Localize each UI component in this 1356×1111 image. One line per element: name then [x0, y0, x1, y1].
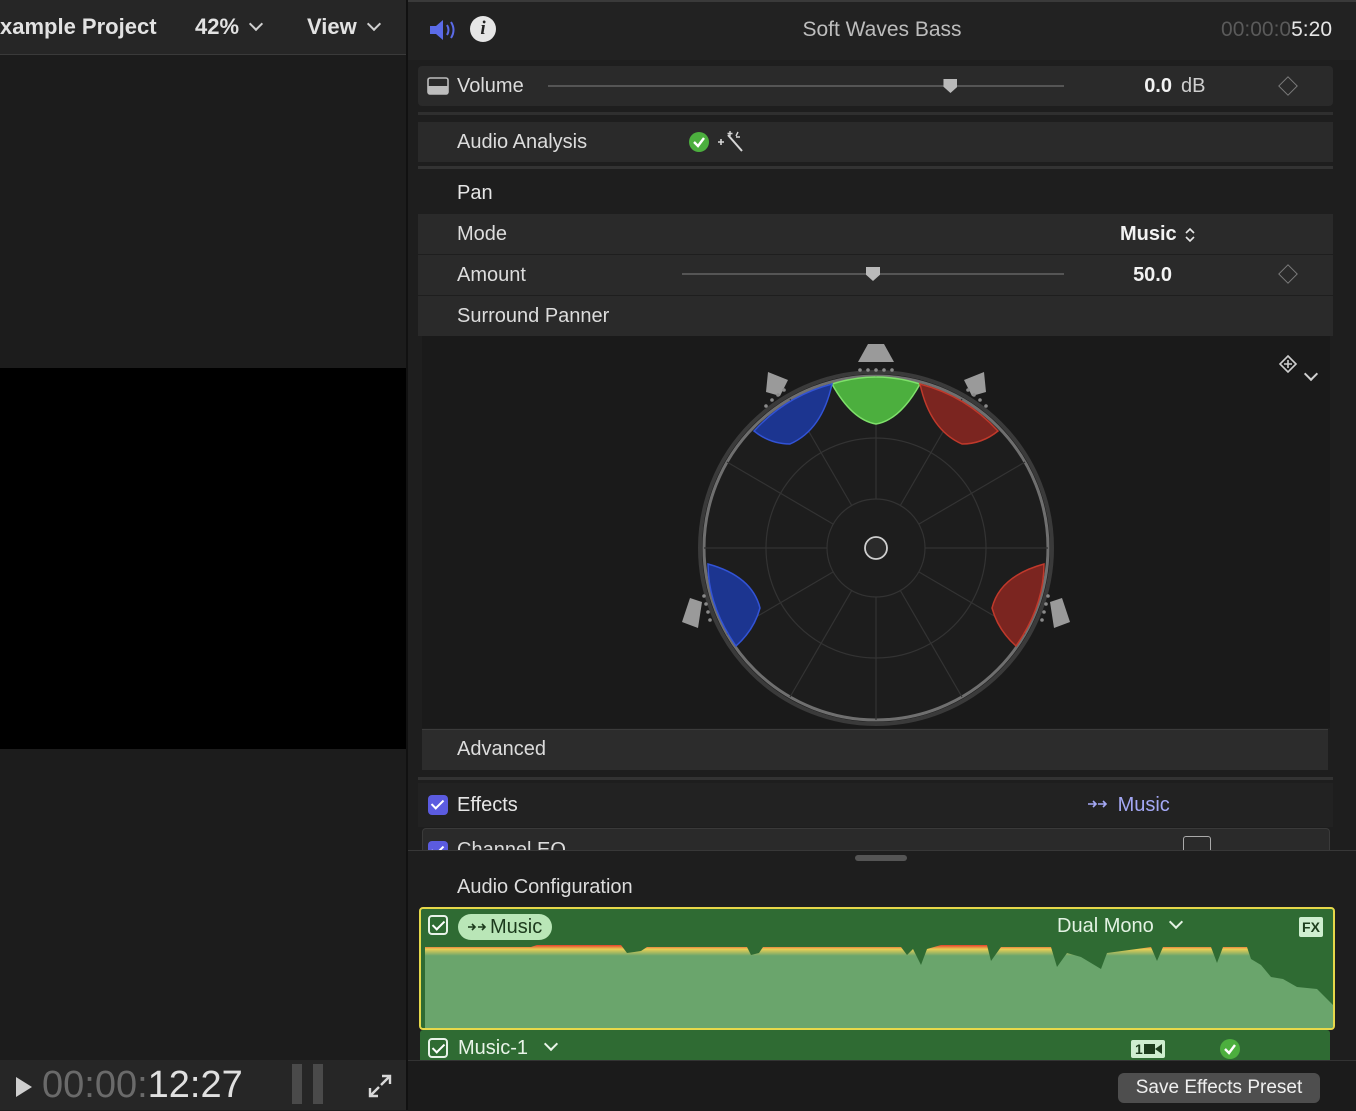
zoom-dropdown[interactable]: 42%	[195, 14, 264, 40]
pan-mode-dropdown[interactable]: Music	[1120, 223, 1196, 246]
role-pill-label: Music	[490, 916, 543, 938]
divider	[418, 777, 1333, 780]
channel-eq-row[interactable]: Channel EQ	[422, 828, 1330, 851]
divider	[418, 112, 1333, 115]
audio-meter-left	[292, 1064, 302, 1104]
music-1-checkbox[interactable]	[428, 1038, 448, 1058]
music-lane-checkbox[interactable]	[428, 915, 448, 935]
volume-unit: dB	[1181, 75, 1206, 97]
volume-slider[interactable]	[548, 85, 1064, 87]
magic-wand-icon[interactable]	[716, 129, 746, 155]
pan-amount-label: Amount	[457, 264, 526, 286]
speaker-right-icon	[964, 372, 986, 396]
save-effects-preset-button[interactable]: Save Effects Preset	[1118, 1073, 1320, 1103]
channel-config-value: Dual Mono	[1057, 915, 1154, 937]
speaker-right-surround-icon	[1050, 598, 1070, 628]
audio-meter-right	[313, 1064, 323, 1104]
clip-title: Soft Waves Bass	[802, 18, 962, 41]
music-1-dropdown[interactable]: Music-1	[458, 1036, 558, 1060]
camera-icon: 1	[1131, 1040, 1165, 1058]
channel-config-dropdown[interactable]: Dual Mono	[1057, 914, 1184, 938]
play-icon[interactable]	[16, 1077, 32, 1097]
chevron-down-icon	[248, 16, 264, 32]
speaker-left-icon	[766, 372, 788, 396]
chevron-down-icon	[543, 1036, 558, 1052]
chevron-down-icon	[366, 16, 381, 32]
clip-timecode: 00:00:05:20	[1221, 18, 1332, 41]
effects-label: Effects	[457, 794, 518, 816]
view-menu[interactable]: View	[307, 14, 381, 40]
speaker-center-icon	[858, 344, 894, 362]
speaker-left-surround-icon	[682, 598, 702, 628]
pan-section-label: Pan	[457, 182, 493, 204]
surround-panner-label: Surround Panner	[457, 305, 610, 327]
role-arrow-icon	[1088, 800, 1108, 808]
checkmark-icon	[689, 132, 709, 152]
audio-waveform	[425, 945, 1333, 1028]
audio-component-lane[interactable]	[419, 907, 1335, 1030]
eq-icon[interactable]	[1183, 836, 1211, 851]
updown-chevron-icon	[1185, 227, 1195, 242]
volume-label: Volume	[457, 75, 524, 97]
volume-value[interactable]: 0.0	[1144, 75, 1172, 98]
video-frame	[0, 368, 406, 749]
keyframe-add-icon[interactable]	[1278, 354, 1298, 374]
music-1-label: Music-1	[458, 1037, 529, 1059]
zoom-value: 42%	[195, 14, 240, 39]
divider	[418, 166, 1333, 169]
effects-checkbox[interactable]	[428, 795, 448, 815]
advanced-row[interactable]	[422, 729, 1328, 770]
resize-handle[interactable]	[855, 855, 907, 861]
pan-amount-value[interactable]: 50.0	[1133, 264, 1172, 287]
effects-role[interactable]: Music	[1086, 794, 1170, 817]
fx-icon[interactable]: FX	[1299, 917, 1323, 937]
chevron-down-icon	[1169, 914, 1184, 930]
pan-mode-label: Mode	[457, 223, 508, 245]
audio-configuration-title: Audio Configuration	[457, 876, 633, 898]
effects-row	[418, 783, 1333, 827]
advanced-label: Advanced	[457, 738, 546, 760]
audio-analysis-label: Audio Analysis	[457, 131, 588, 153]
fullscreen-icon[interactable]	[366, 1072, 394, 1100]
checkmark-icon	[1220, 1039, 1240, 1059]
audio-bar-icon	[427, 77, 449, 95]
panner-wheel[interactable]	[672, 340, 1080, 728]
view-label: View	[307, 14, 357, 39]
pan-mode-value: Music	[1120, 223, 1177, 245]
role-pill[interactable]: Music	[458, 914, 553, 940]
viewer-timecode: 00:00:12:27	[42, 1064, 243, 1106]
project-name: xample Project	[0, 14, 157, 39]
panner-puck	[864, 536, 888, 560]
role-arrow-icon	[468, 923, 487, 931]
